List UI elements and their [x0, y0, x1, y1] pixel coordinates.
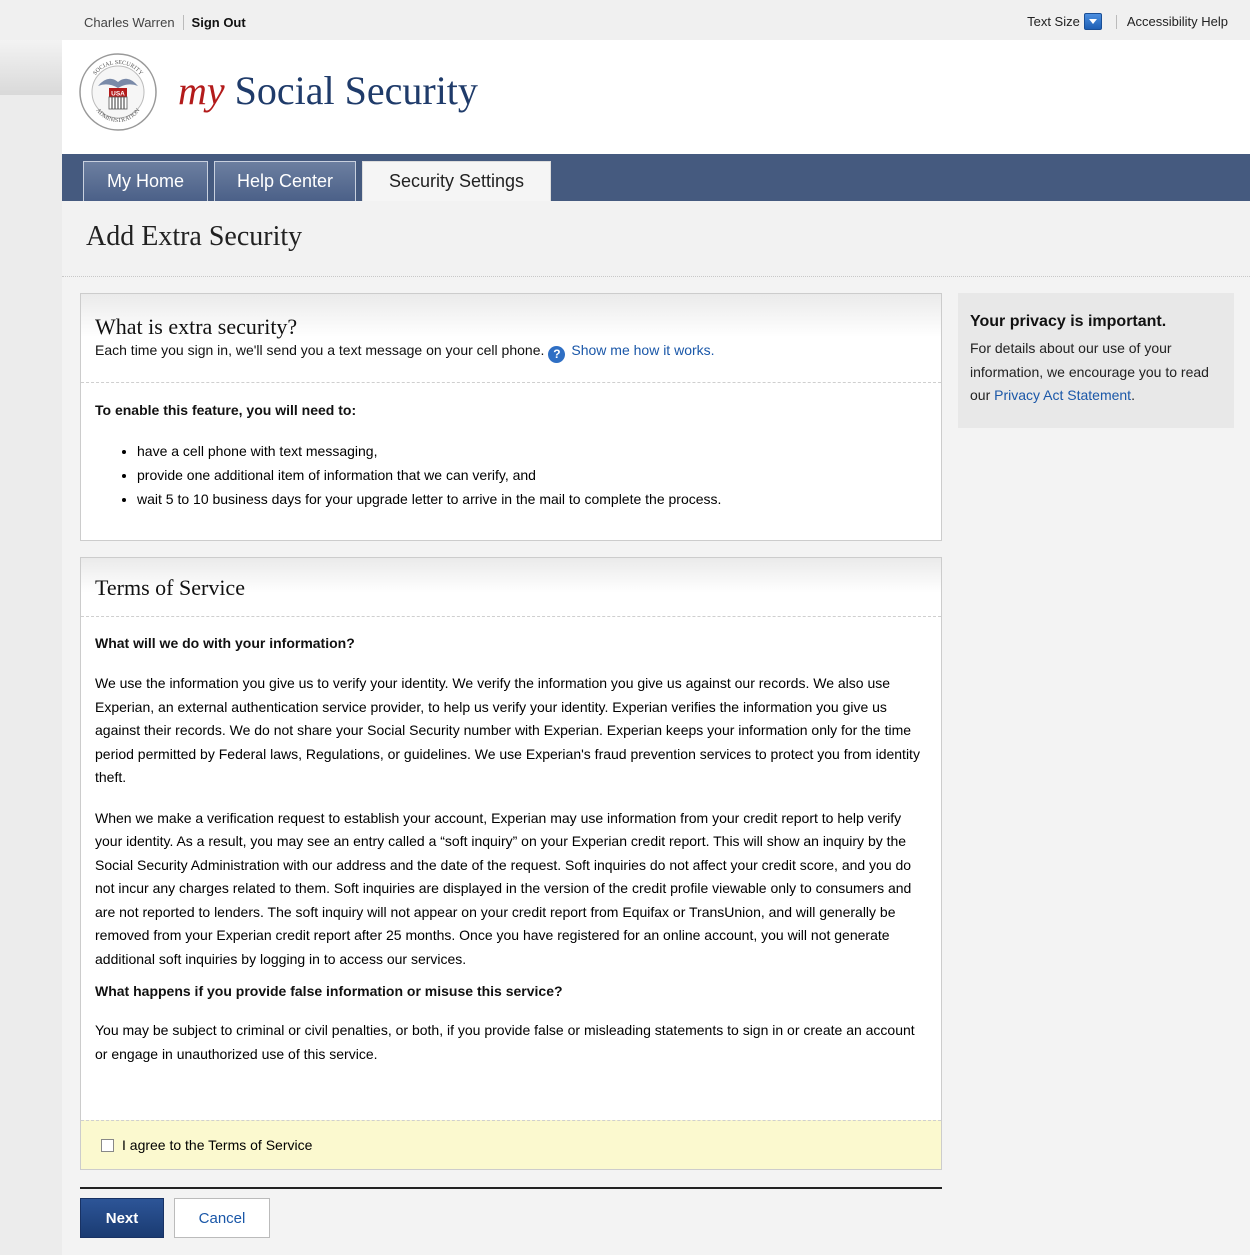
sign-out-link[interactable]: Sign Out — [184, 15, 246, 30]
list-item: wait 5 to 10 business days for your upgr… — [137, 487, 927, 511]
tab-security-settings[interactable]: Security Settings — [362, 161, 551, 201]
text-size-label: Text Size — [1027, 14, 1080, 29]
privacy-sidebar: Your privacy is important. For details a… — [958, 293, 1234, 428]
brand-name: Social Security — [234, 68, 478, 113]
list-item: have a cell phone with text messaging, — [137, 439, 927, 463]
chevron-down-icon[interactable] — [1083, 13, 1102, 30]
privacy-act-link[interactable]: Privacy Act Statement — [994, 387, 1131, 403]
agree-label[interactable]: I agree to the Terms of Service — [122, 1137, 312, 1153]
agree-row: I agree to the Terms of Service — [81, 1120, 941, 1169]
accessibility-help-link[interactable]: Accessibility Help — [1127, 14, 1228, 29]
terms-question-1: What will we do with your information? — [95, 635, 355, 651]
privacy-end: . — [1131, 387, 1135, 403]
ssa-seal-icon: USA SOCIAL SECURITY ADMINISTRATION — [79, 53, 157, 131]
terms-panel: Terms of Service What will we do with yo… — [80, 557, 942, 1170]
extra-security-panel: What is extra security? Each time you si… — [80, 293, 942, 541]
tab-help-center[interactable]: Help Center — [214, 161, 356, 201]
site-header: USA SOCIAL SECURITY ADMINISTRATION my So… — [62, 40, 1250, 154]
agree-checkbox[interactable] — [101, 1138, 114, 1152]
page-title: Add Extra Security — [86, 221, 303, 252]
terms-paragraph-1: We use the information you give us to ve… — [95, 675, 920, 785]
text-size-control[interactable]: Text Size — [1027, 13, 1102, 30]
help-icon[interactable]: ? — [548, 346, 566, 363]
actions-divider — [80, 1187, 942, 1189]
show-me-how-link[interactable]: Show me how it works. — [571, 342, 714, 358]
svg-text:USA: USA — [111, 91, 125, 98]
extra-security-heading: What is extra security? — [95, 314, 298, 339]
page-header: Add Extra Security — [62, 201, 1250, 277]
main-nav: My Home Help Center Security Settings — [62, 154, 1250, 201]
brand-my: my — [178, 68, 225, 113]
requirements-list: have a cell phone with text messaging, p… — [95, 439, 927, 511]
next-button[interactable]: Next — [80, 1198, 164, 1238]
privacy-title: Your privacy is important. — [970, 313, 1167, 330]
terms-heading: Terms of Service — [95, 575, 245, 600]
site-brand[interactable]: my Social Security — [178, 67, 478, 114]
terms-paragraph-2: When we make a verification request to e… — [95, 809, 912, 967]
enable-heading: To enable this feature, you will need to… — [95, 402, 357, 418]
list-item: provide one additional item of informati… — [137, 463, 927, 487]
terms-paragraph-3: You may be subject to criminal or civil … — [95, 1022, 915, 1062]
utility-bar: Charles Warren Sign Out Text Size Access… — [0, 0, 1250, 40]
page-gutter — [0, 0, 62, 1255]
user-name: Charles Warren — [84, 15, 184, 30]
tab-my-home[interactable]: My Home — [83, 161, 208, 201]
cancel-button[interactable]: Cancel — [174, 1198, 270, 1238]
terms-question-2: What happens if you provide false inform… — [95, 983, 563, 999]
extra-security-intro: Each time you sign in, we'll send you a … — [95, 342, 545, 358]
